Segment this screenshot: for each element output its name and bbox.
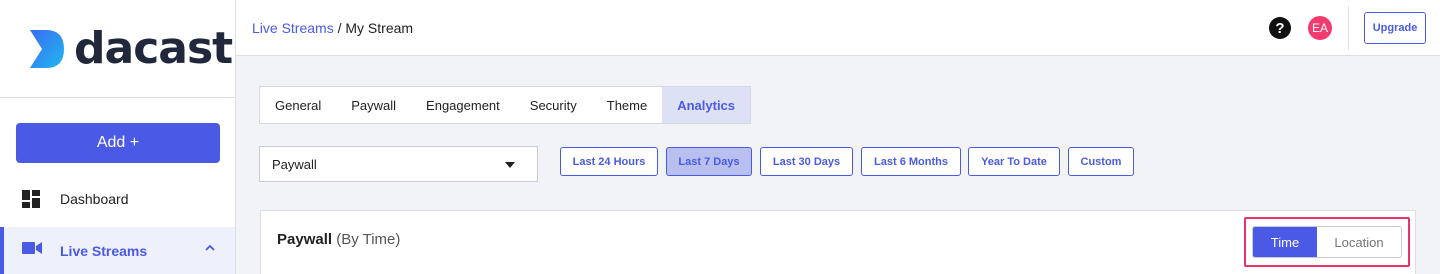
tab-paywall[interactable]: Paywall: [336, 87, 411, 123]
tab-engagement[interactable]: Engagement: [411, 87, 515, 123]
tab-general[interactable]: General: [260, 87, 336, 123]
tab-analytics[interactable]: Analytics: [662, 87, 751, 123]
dashboard-icon: [22, 190, 42, 211]
sidebar-item-dashboard[interactable]: Dashboard: [0, 179, 235, 219]
view-toggle: Time Location: [1252, 226, 1402, 258]
header-divider: [1348, 6, 1349, 50]
video-camera-icon: [22, 241, 42, 258]
toggle-location-button[interactable]: Location: [1317, 227, 1401, 257]
panel-title-text: Paywall: [277, 231, 333, 248]
panel-title: Paywall (By Time): [277, 231, 400, 248]
tab-theme[interactable]: Theme: [592, 87, 662, 123]
add-button[interactable]: Add +: [16, 123, 220, 163]
analytics-type-select[interactable]: Paywall: [259, 146, 538, 182]
dacast-logo-icon: [30, 29, 64, 68]
panel-subtitle: (By Time): [336, 231, 401, 248]
breadcrumb-current: My Stream: [345, 20, 414, 36]
sidebar-item-live-streams[interactable]: Live Streams: [0, 227, 235, 274]
top-header: Live Streams / My Stream ? EA Upgrade: [236, 0, 1440, 56]
help-icon[interactable]: ?: [1269, 17, 1291, 39]
upgrade-button[interactable]: Upgrade: [1364, 12, 1426, 44]
logo[interactable]: dacast: [0, 0, 235, 98]
range-last-24-hours-button[interactable]: Last 24 Hours: [560, 147, 658, 176]
breadcrumb-separator: /: [333, 20, 346, 36]
sidebar-item-label: Dashboard: [60, 191, 129, 207]
tab-security[interactable]: Security: [515, 87, 592, 123]
brand-name: dacast: [74, 23, 233, 74]
avatar[interactable]: EA: [1308, 16, 1332, 40]
analytics-panel: Paywall (By Time) Time Location: [260, 210, 1416, 274]
breadcrumb: Live Streams / My Stream: [252, 20, 413, 36]
range-custom-button[interactable]: Custom: [1068, 147, 1134, 176]
breadcrumb-link[interactable]: Live Streams: [252, 20, 334, 36]
chevron-up-icon[interactable]: [205, 239, 215, 255]
settings-tabs: General Paywall Engagement Security Them…: [259, 86, 752, 124]
range-year-to-date-button[interactable]: Year To Date: [968, 147, 1060, 176]
range-last-30-days-button[interactable]: Last 30 Days: [760, 147, 853, 176]
select-value: Paywall: [272, 156, 317, 172]
range-last-6-months-button[interactable]: Last 6 Months: [861, 147, 961, 176]
sidebar-item-label: Live Streams: [60, 242, 148, 259]
caret-down-icon: [505, 162, 515, 168]
range-last-7-days-button[interactable]: Last 7 Days: [666, 147, 752, 176]
toggle-time-button[interactable]: Time: [1253, 227, 1317, 257]
sidebar: dacast Add + Dashboard Live Streams: [0, 0, 236, 274]
